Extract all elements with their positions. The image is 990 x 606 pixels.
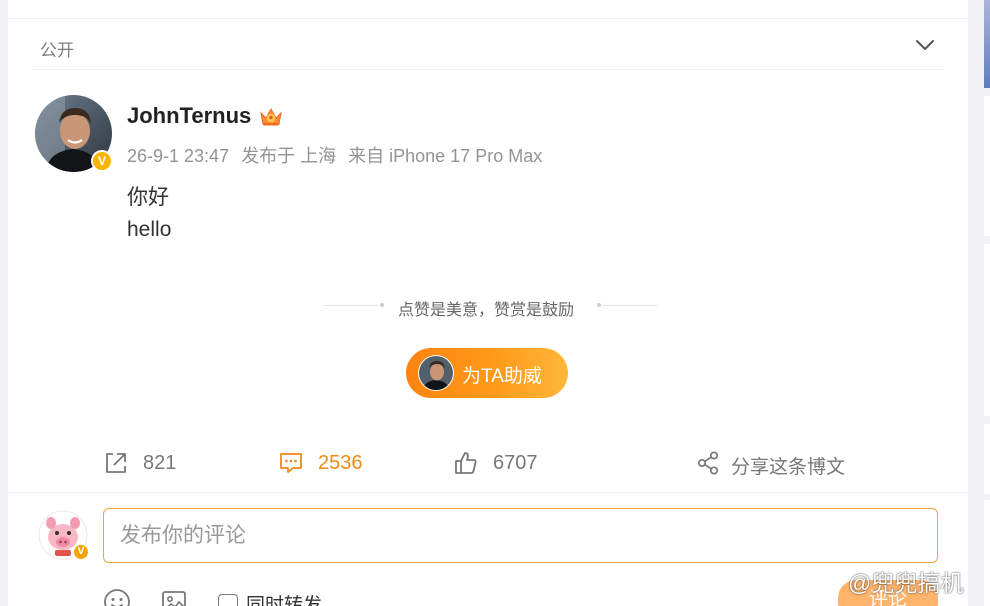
author-name[interactable]: JohnTernus	[127, 103, 251, 129]
divider-line	[603, 305, 657, 306]
post-source: 来自 iPhone 17 Pro Max	[348, 146, 543, 166]
image-icon[interactable]	[160, 588, 188, 606]
divider-dot	[380, 303, 384, 307]
verified-badge-icon: V	[91, 150, 113, 172]
comment-button[interactable]: 2536	[278, 448, 388, 480]
like-button[interactable]: 6707	[453, 448, 553, 480]
share-icon	[697, 451, 719, 475]
sidebar-card	[984, 96, 990, 236]
repost-checkbox-label[interactable]: 同时转发	[246, 590, 322, 606]
post-text-line: hello	[127, 218, 172, 241]
weibo-logo-icon	[814, 570, 845, 595]
sidebar-banner	[984, 0, 990, 88]
chevron-down-icon[interactable]	[914, 35, 936, 55]
section-divider	[8, 492, 968, 493]
sidebar-card	[984, 424, 990, 494]
divider-line	[324, 305, 378, 306]
right-sidebar	[976, 0, 990, 606]
comment-icon	[280, 453, 302, 473]
post-time[interactable]: 26-9-1 23:47	[127, 146, 229, 166]
share-label: 分享这条博文	[731, 457, 846, 478]
post-action-bar: 821 2536 6707 分享这条博文	[8, 440, 968, 490]
reward-hint: 点赞是美意，赞赏是鼓励	[318, 294, 658, 319]
privacy-label: 公开	[40, 41, 74, 60]
post-card: 公开 V JohnTernus 26-9-1 23:47 发布于 上海 来自 i…	[8, 0, 968, 606]
watermark: @兜兜搞机	[814, 564, 963, 598]
privacy-selector[interactable]: 公开	[32, 20, 944, 70]
thumbs-up-icon	[455, 452, 477, 474]
share-button[interactable]: 分享这条博文	[696, 448, 866, 480]
repost-checkbox[interactable]	[218, 594, 238, 606]
reward-text: 点赞是美意，赞赏是鼓励	[398, 302, 575, 319]
like-count: 6707	[493, 452, 538, 474]
post-location: 发布于 上海	[241, 146, 337, 166]
comment-input[interactable]	[103, 508, 938, 563]
top-divider	[8, 18, 968, 19]
repost-count: 821	[143, 452, 177, 474]
post-meta: 26-9-1 23:47 发布于 上海 来自 iPhone 17 Pro Max	[127, 142, 549, 168]
cheer-button[interactable]: 为TA助威	[406, 348, 568, 398]
cheer-label: 为TA助威	[462, 366, 542, 387]
sidebar-card	[984, 500, 990, 606]
comment-count: 2536	[318, 452, 363, 474]
divider-dot	[597, 303, 601, 307]
post-text-line: 你好	[127, 186, 169, 209]
emoji-icon[interactable]	[103, 588, 131, 606]
sidebar-card	[984, 244, 990, 416]
repost-button[interactable]: 821	[103, 448, 203, 480]
my-verified-badge-icon: V	[72, 543, 90, 561]
repost-icon	[106, 453, 126, 473]
watermark-text: @兜兜搞机	[848, 570, 964, 596]
author-avatar-small	[418, 355, 454, 391]
crown-icon	[260, 107, 282, 126]
